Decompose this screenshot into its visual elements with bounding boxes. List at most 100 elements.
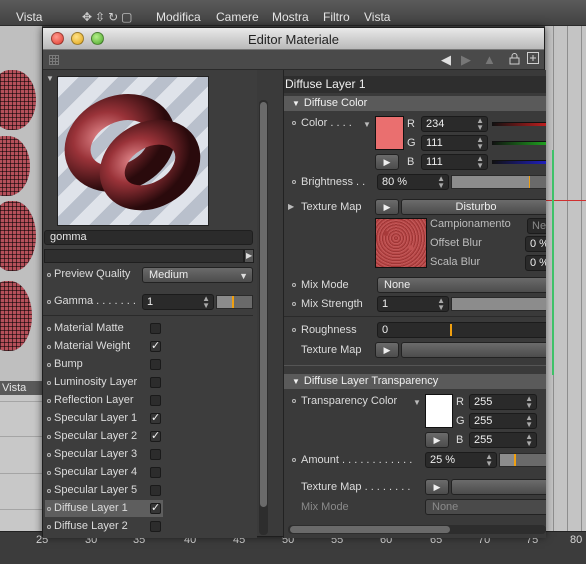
- transparency-texture-menu-button[interactable]: ▶: [425, 479, 449, 495]
- channel-checkbox[interactable]: [150, 323, 161, 334]
- channel-checkbox[interactable]: [150, 467, 161, 478]
- keyframe-dot-icon[interactable]: [47, 399, 51, 403]
- section-diffuse-color[interactable]: ▼ Diffuse Color: [284, 96, 546, 111]
- color-picker-button[interactable]: ▶: [375, 154, 399, 170]
- stepper-icon[interactable]: ▲ ▼: [525, 395, 533, 410]
- keyframe-dot-icon[interactable]: [292, 180, 296, 184]
- g-input[interactable]: 111 ▲ ▼: [421, 135, 488, 151]
- host-menu-vista[interactable]: Vista: [16, 10, 42, 24]
- amount-input[interactable]: 25 % ▲ ▼: [425, 452, 497, 468]
- channel-row[interactable]: Specular Layer 2 ✓: [45, 428, 163, 445]
- offset-blur-input[interactable]: 0 %: [525, 236, 546, 252]
- blue-channel-slider[interactable]: [492, 160, 546, 164]
- channel-row[interactable]: Specular Layer 1 ✓: [45, 410, 163, 427]
- stepper-icon[interactable]: ▲ ▼: [476, 136, 484, 151]
- preview-quality-dropdown[interactable]: Medium ▼: [142, 267, 253, 283]
- material-preview[interactable]: [57, 76, 209, 226]
- channel-row[interactable]: Diffuse Layer 1 ✓: [45, 500, 163, 517]
- host-menu-camere[interactable]: Camere: [216, 10, 259, 24]
- stepper-icon[interactable]: ▲ ▼: [485, 453, 493, 468]
- keyframe-dot-icon[interactable]: [292, 328, 296, 332]
- channel-checkbox[interactable]: [150, 521, 161, 532]
- scrollbar-thumb[interactable]: [260, 102, 267, 507]
- slider-handle[interactable]: [450, 324, 452, 336]
- brightness-input[interactable]: 80 % ▲ ▼: [377, 174, 449, 190]
- slider-handle[interactable]: [231, 296, 234, 308]
- color-menu-icon[interactable]: ▼: [363, 120, 371, 129]
- keyframe-dot-icon[interactable]: [47, 435, 51, 439]
- scrollbar-thumb[interactable]: [290, 526, 450, 533]
- host-viewport-label[interactable]: Vista: [0, 381, 42, 395]
- host-view-tools[interactable]: ✥⇳↻▢: [82, 10, 136, 24]
- channel-checkbox[interactable]: [150, 377, 161, 388]
- transparency-g-input[interactable]: 255 ▲ ▼: [469, 413, 537, 429]
- roughness-texture-menu-button[interactable]: ▶: [375, 342, 399, 358]
- right-horizontal-scrollbar[interactable]: [288, 525, 546, 534]
- b-input[interactable]: 111 ▲ ▼: [421, 154, 488, 170]
- channel-row[interactable]: Material Weight ✓: [45, 338, 163, 355]
- diffuse-color-swatch[interactable]: [375, 116, 404, 150]
- channel-row[interactable]: Specular Layer 5: [45, 482, 163, 499]
- channel-row[interactable]: Bump: [45, 356, 163, 373]
- keyframe-dot-icon[interactable]: [47, 345, 51, 349]
- channel-checkbox[interactable]: ✓: [150, 413, 161, 424]
- left-vertical-scrollbar[interactable]: [259, 100, 268, 535]
- slider-handle[interactable]: [513, 454, 516, 466]
- arrow-left-icon[interactable]: ◀: [441, 52, 451, 68]
- scale-blur-input[interactable]: 0 %: [525, 255, 546, 271]
- transparency-b-input[interactable]: 255 ▲ ▼: [469, 432, 537, 448]
- keyframe-dot-icon[interactable]: [47, 471, 51, 475]
- lock-icon[interactable]: [509, 52, 520, 68]
- keyframe-dot-icon[interactable]: [47, 363, 51, 367]
- gamma-slider[interactable]: [216, 295, 253, 309]
- keyframe-dot-icon[interactable]: [47, 525, 51, 529]
- roughness-texture-button[interactable]: [401, 342, 546, 358]
- stepper-icon[interactable]: ▲ ▼: [437, 175, 445, 190]
- stepper-icon[interactable]: ▲ ▼: [202, 295, 210, 310]
- brightness-slider[interactable]: [451, 175, 546, 189]
- noise-texture-preview[interactable]: [375, 218, 427, 268]
- link-arrow-button[interactable]: ▶: [244, 249, 254, 263]
- keyframe-dot-icon[interactable]: [292, 283, 296, 287]
- texture-name-button[interactable]: Disturbo: [401, 199, 546, 215]
- channel-row[interactable]: Specular Layer 3: [45, 446, 163, 463]
- transparency-color-swatch[interactable]: [425, 394, 453, 428]
- mix-strength-slider[interactable]: [451, 297, 546, 311]
- keyframe-dot-icon[interactable]: [47, 453, 51, 457]
- channel-checkbox[interactable]: [150, 395, 161, 406]
- stepper-icon[interactable]: ▲ ▼: [525, 414, 533, 429]
- mix-mode-dropdown[interactable]: None: [377, 277, 546, 293]
- transparency-r-input[interactable]: 255 ▲ ▼: [469, 394, 537, 410]
- channel-row[interactable]: Specular Layer 4: [45, 464, 163, 481]
- keyframe-dot-icon[interactable]: [47, 300, 51, 304]
- host-menu-mostra[interactable]: Mostra: [272, 10, 309, 24]
- keyframe-dot-icon[interactable]: [47, 327, 51, 331]
- transparency-picker-button[interactable]: ▶: [425, 432, 449, 448]
- arrow-right-icon[interactable]: ▶: [461, 52, 471, 68]
- amount-slider[interactable]: [499, 453, 546, 467]
- stepper-icon[interactable]: ▲ ▼: [476, 155, 484, 170]
- keyframe-dot-icon[interactable]: [47, 417, 51, 421]
- grip-icon[interactable]: [49, 55, 59, 65]
- gamma-input[interactable]: 1 ▲ ▼: [142, 294, 214, 310]
- roughness-input[interactable]: 0: [377, 322, 546, 338]
- new-window-icon[interactable]: [527, 52, 539, 67]
- red-channel-slider[interactable]: [492, 122, 546, 126]
- green-channel-slider[interactable]: [492, 141, 546, 145]
- keyframe-dot-icon[interactable]: [47, 381, 51, 385]
- channel-row[interactable]: Material Matte: [45, 320, 163, 337]
- keyframe-dot-icon[interactable]: [47, 273, 51, 277]
- expand-triangle-icon[interactable]: ▼: [292, 377, 300, 386]
- material-name-field[interactable]: gomma: [44, 230, 253, 245]
- keyframe-dot-icon[interactable]: [292, 121, 296, 125]
- arrow-up-icon[interactable]: ▲: [483, 52, 496, 67]
- slider-handle[interactable]: [529, 176, 531, 188]
- sampling-dropdown[interactable]: Nes: [527, 218, 546, 234]
- transparency-mix-mode-dropdown[interactable]: None: [425, 499, 546, 515]
- color-menu-icon[interactable]: ▼: [413, 398, 421, 407]
- keyframe-dot-icon[interactable]: [47, 489, 51, 493]
- host-menu-filtro[interactable]: Filtro: [323, 10, 350, 24]
- material-link-field[interactable]: [44, 249, 244, 263]
- preview-menu-icon[interactable]: ▼: [46, 74, 54, 83]
- channel-checkbox[interactable]: ✓: [150, 341, 161, 352]
